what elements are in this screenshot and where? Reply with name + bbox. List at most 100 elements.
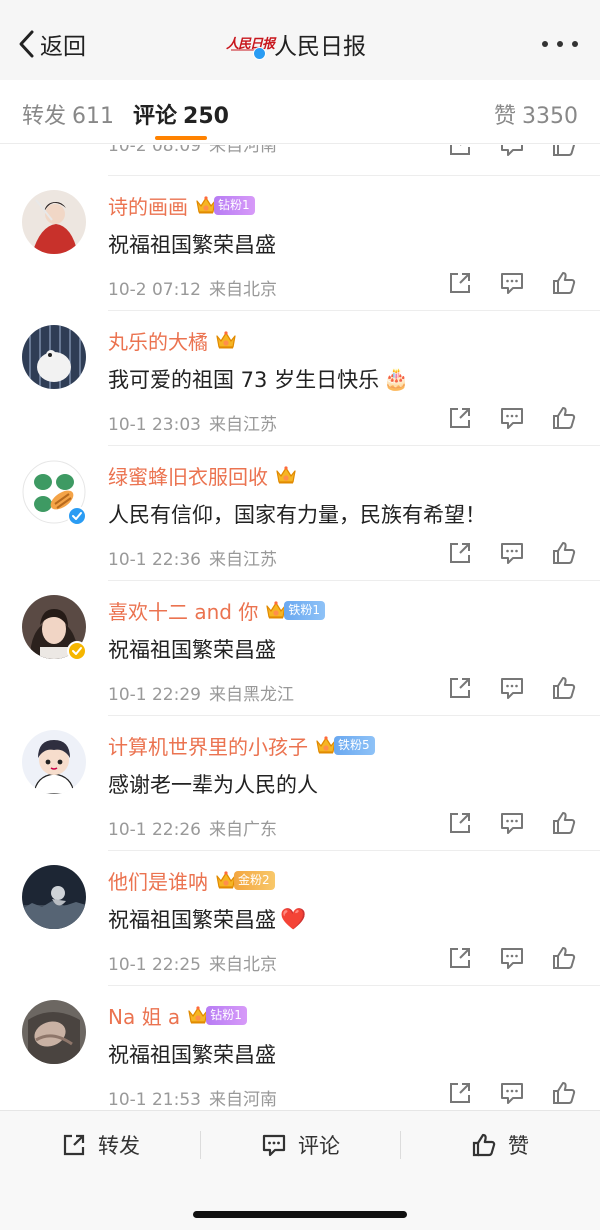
like-button[interactable] bbox=[550, 539, 578, 567]
comment-item[interactable]: 诗的画画 钻粉1 祝福祖国繁荣昌盛 10-2 07:12 来自北京 bbox=[0, 175, 600, 310]
comment-item[interactable]: 喜欢十二 and 你 铁粉1 祝福祖国繁荣昌盛 10-1 22:29 来自黑龙江 bbox=[0, 580, 600, 715]
username[interactable]: 计算机世界里的小孩子 bbox=[108, 731, 308, 760]
comment-location: 来自北京 bbox=[208, 280, 277, 300]
like-button[interactable] bbox=[550, 1079, 578, 1107]
username[interactable]: 喜欢十二 and 你 bbox=[108, 596, 258, 625]
share-button[interactable] bbox=[446, 539, 474, 567]
fan-badge: 金粉2 bbox=[234, 870, 275, 890]
comment-text: 祝福祖国繁荣昌盛 bbox=[108, 1037, 276, 1071]
like-button[interactable] bbox=[550, 404, 578, 432]
comment-time: 10-1 21:53 bbox=[108, 1090, 201, 1110]
share-button[interactable] bbox=[446, 145, 474, 159]
comment-time: 10-1 22:25 bbox=[108, 955, 201, 975]
check-icon bbox=[72, 512, 82, 520]
comment-location: 来自河南 bbox=[208, 1090, 277, 1110]
tab-like[interactable]: 赞 3350 bbox=[494, 98, 578, 130]
reply-button[interactable] bbox=[498, 944, 526, 972]
avatar[interactable] bbox=[22, 865, 86, 929]
like-button[interactable] bbox=[550, 269, 578, 297]
comment-text: 感谢老一辈为人民的人 bbox=[108, 767, 318, 801]
comment-location: 来自黑龙江 bbox=[208, 685, 294, 705]
like-button[interactable] bbox=[550, 145, 578, 159]
share-icon bbox=[450, 813, 470, 833]
avatar[interactable] bbox=[22, 730, 86, 794]
account-logo: 人民日报 bbox=[226, 27, 275, 61]
comment-item[interactable]: 计算机世界里的小孩子 铁粉5 感谢老一辈为人民的人 10-1 22:26 来自广东 bbox=[0, 715, 600, 850]
comment-body: 祝福祖国繁荣昌盛 bbox=[108, 233, 276, 257]
thumbs-up-icon bbox=[553, 677, 576, 699]
bottom-repost-button[interactable]: 转发 bbox=[60, 1127, 140, 1163]
reply-button[interactable] bbox=[498, 145, 526, 159]
comment-meta: 10-1 22:36 来自江苏 bbox=[108, 545, 277, 570]
comment-list[interactable]: 10-2 08:09 来自河南 诗的画画 钻粉1 祝福祖国繁荣昌盛 10-2 07:12… bbox=[0, 145, 600, 1110]
home-indicator bbox=[193, 1211, 407, 1218]
verified-badge-icon bbox=[67, 641, 87, 661]
avatar[interactable] bbox=[22, 325, 86, 389]
bottom-like-button[interactable]: 赞 bbox=[470, 1127, 529, 1163]
comment-time: 10-1 23:03 bbox=[108, 415, 201, 435]
reply-button[interactable] bbox=[498, 1079, 526, 1107]
tab-repost-label: 转发 bbox=[22, 104, 67, 129]
tab-comment-label: 评论 bbox=[133, 104, 178, 129]
like-button[interactable] bbox=[550, 674, 578, 702]
comment-text: 祝福祖国繁荣昌盛 ❤️ bbox=[108, 902, 306, 936]
username[interactable]: Na 姐 a bbox=[108, 1001, 180, 1030]
share-button[interactable] bbox=[446, 269, 474, 297]
comment-item[interactable]: 丸乐的大橘 我可爱的祖国 73 岁生日快乐 🎂 10-1 23:03 来自江苏 bbox=[0, 310, 600, 445]
share-icon bbox=[450, 543, 470, 563]
username[interactable]: 诗的画画 bbox=[108, 191, 188, 220]
comment-meta: 10-1 21:53 来自河南 bbox=[108, 1085, 277, 1110]
comment-header: 计算机世界里的小孩子 铁粉5 bbox=[108, 731, 375, 759]
avatar[interactable] bbox=[22, 1000, 86, 1064]
comment-item[interactable]: 他们是谁呐 金粉2 祝福祖国繁荣昌盛 ❤️ 10-1 22:25 来自北京 bbox=[0, 850, 600, 985]
tab-comment[interactable]: 评论 250 bbox=[133, 98, 229, 130]
reply-button[interactable] bbox=[498, 269, 526, 297]
comment-header: 喜欢十二 and 你 铁粉1 bbox=[108, 596, 325, 624]
like-button[interactable] bbox=[550, 809, 578, 837]
page-title: 人民日报 bbox=[274, 34, 366, 60]
like-button[interactable] bbox=[550, 944, 578, 972]
share-button[interactable] bbox=[446, 809, 474, 837]
comment-header: 诗的画画 钻粉1 bbox=[108, 191, 255, 219]
username[interactable]: 丸乐的大橘 bbox=[108, 326, 208, 355]
tab-like-label: 赞 bbox=[493, 104, 516, 129]
share-icon bbox=[450, 273, 470, 293]
reply-button[interactable] bbox=[498, 674, 526, 702]
share-button[interactable] bbox=[446, 674, 474, 702]
thumbs-up-icon bbox=[472, 1133, 496, 1157]
comment-icon bbox=[501, 273, 523, 294]
more-dot-icon bbox=[542, 41, 548, 47]
reply-button[interactable] bbox=[498, 539, 526, 567]
username[interactable]: 绿蜜蜂旧衣服回收 bbox=[108, 461, 268, 490]
bottom-comment-button[interactable]: 评论 bbox=[260, 1127, 340, 1163]
more-options-button[interactable] bbox=[542, 38, 578, 50]
comment-icon bbox=[501, 678, 523, 699]
username[interactable]: 他们是谁呐 bbox=[108, 866, 208, 895]
tab-repost[interactable]: 转发 611 bbox=[22, 98, 114, 130]
share-icon bbox=[450, 1083, 470, 1103]
comment-time: 10-1 22:36 bbox=[108, 550, 201, 570]
account-header[interactable]: 人民日报 人民日报 bbox=[226, 24, 366, 64]
comment-meta: 10-1 23:03 来自江苏 bbox=[108, 410, 277, 435]
comment-text: 祝福祖国繁荣昌盛 bbox=[108, 227, 276, 261]
back-button[interactable]: 返回 bbox=[16, 26, 86, 62]
share-button[interactable] bbox=[446, 944, 474, 972]
share-icon bbox=[450, 948, 470, 968]
avatar[interactable] bbox=[22, 190, 86, 254]
comment-icon bbox=[501, 408, 523, 429]
thumbs-up-icon bbox=[553, 947, 576, 969]
bottom-comment-label: 评论 bbox=[298, 1134, 340, 1158]
comment-item[interactable]: 绿蜜蜂旧衣服回收 人民有信仰，国家有力量，民族有希望！ 10-1 22:36 来自江苏 bbox=[0, 445, 600, 580]
reply-button[interactable] bbox=[498, 404, 526, 432]
back-label: 返回 bbox=[40, 34, 86, 60]
thumbs-up-icon bbox=[553, 542, 576, 564]
share-button[interactable] bbox=[446, 1079, 474, 1107]
share-button[interactable] bbox=[446, 404, 474, 432]
more-dot-icon bbox=[572, 41, 578, 47]
emoji: ❤️ bbox=[280, 906, 307, 931]
comment-item[interactable]: Na 姐 a 钻粉1 祝福祖国繁荣昌盛 10-1 21:53 来自河南 bbox=[0, 985, 600, 1110]
fan-badge: 铁粉1 bbox=[284, 600, 325, 620]
comment-meta: 10-2 07:12 来自北京 bbox=[108, 275, 277, 300]
reply-button[interactable] bbox=[498, 809, 526, 837]
comment-meta: 10-1 22:25 来自北京 bbox=[108, 950, 277, 975]
